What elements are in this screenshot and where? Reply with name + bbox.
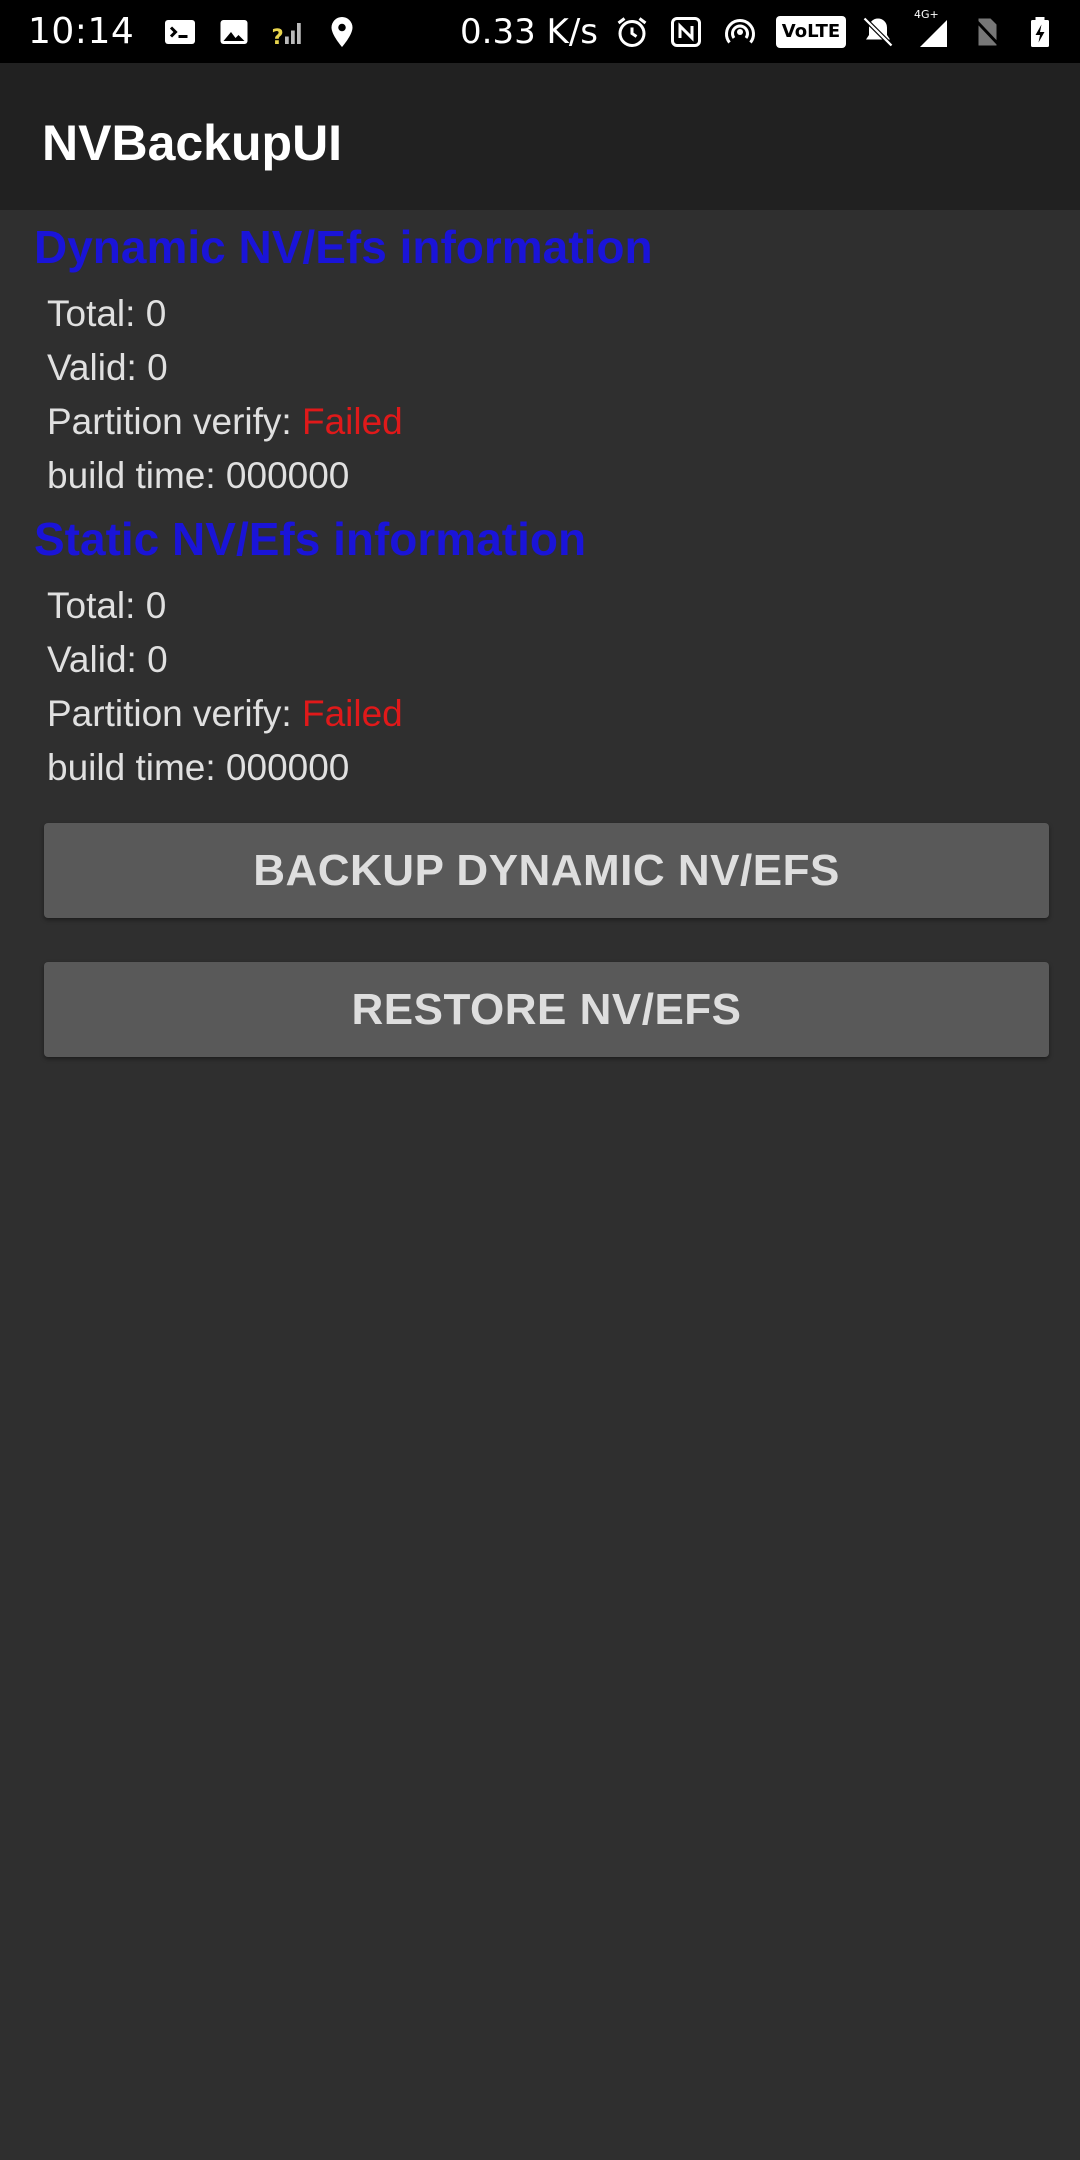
dynamic-build-value: 000000 bbox=[225, 455, 350, 496]
static-valid: Valid: 0 bbox=[47, 639, 168, 681]
static-build-value: 000000 bbox=[225, 747, 350, 788]
dynamic-valid-label: Valid: bbox=[47, 347, 148, 388]
hotspot-icon bbox=[720, 12, 760, 52]
dynamic-valid-value: 0 bbox=[147, 347, 168, 388]
location-icon bbox=[322, 12, 362, 52]
static-build-time: build time: 000000 bbox=[47, 747, 349, 789]
static-total-value: 0 bbox=[145, 585, 167, 626]
static-total-label: Total: bbox=[47, 585, 146, 626]
net-speed: 0.33 K/s bbox=[460, 11, 598, 52]
battery-icon bbox=[1020, 12, 1060, 52]
image-icon bbox=[214, 12, 254, 52]
backup-dynamic-button[interactable]: BACKUP DYNAMIC NV/EFS bbox=[44, 823, 1049, 918]
no-sim-icon bbox=[966, 12, 1006, 52]
static-verify-label: Partition verify: bbox=[47, 693, 302, 734]
alarm-icon bbox=[612, 12, 652, 52]
app-bar: NVBackupUI bbox=[0, 63, 1080, 210]
volte-icon: VoLTE bbox=[776, 15, 846, 48]
status-bar: 10:14 ? 0.33 K/s VoLTE 4G+ bbox=[0, 0, 1080, 63]
static-total: Total: 0 bbox=[47, 585, 166, 627]
static-section-title: Static NV/Efs information bbox=[34, 513, 587, 565]
dynamic-section-title: Dynamic NV/Efs information bbox=[34, 221, 653, 273]
app-title: NVBackupUI bbox=[42, 114, 343, 171]
nfc-icon bbox=[666, 12, 706, 52]
static-build-label: build time: bbox=[47, 747, 226, 788]
status-time: 10:14 bbox=[28, 11, 135, 52]
dynamic-verify-label: Partition verify: bbox=[47, 401, 302, 442]
static-partition-verify: Partition verify: Failed bbox=[47, 693, 403, 735]
svg-text:?: ? bbox=[272, 25, 284, 49]
network-type-label: 4G+ bbox=[914, 7, 939, 21]
status-right: 0.33 K/s VoLTE 4G+ bbox=[460, 8, 1060, 52]
dynamic-build-time: build time: 000000 bbox=[47, 455, 349, 497]
status-left: 10:14 ? bbox=[28, 11, 376, 52]
dynamic-total-value: 0 bbox=[145, 293, 167, 334]
bell-off-icon bbox=[858, 12, 898, 52]
static-verify-status: Failed bbox=[301, 693, 403, 734]
signal-unknown-icon: ? bbox=[268, 12, 308, 52]
dynamic-total: Total: 0 bbox=[47, 293, 166, 335]
static-valid-label: Valid: bbox=[47, 639, 148, 680]
static-valid-value: 0 bbox=[147, 639, 168, 680]
dynamic-build-label: build time: bbox=[47, 455, 226, 496]
dynamic-partition-verify: Partition verify: Failed bbox=[47, 401, 403, 443]
terminal-icon bbox=[160, 12, 200, 52]
cell-signal-icon: 4G+ bbox=[912, 8, 952, 52]
dynamic-valid: Valid: 0 bbox=[47, 347, 168, 389]
restore-button[interactable]: RESTORE NV/EFS bbox=[44, 962, 1049, 1057]
dynamic-verify-status: Failed bbox=[301, 401, 403, 442]
dynamic-total-label: Total: bbox=[47, 293, 146, 334]
